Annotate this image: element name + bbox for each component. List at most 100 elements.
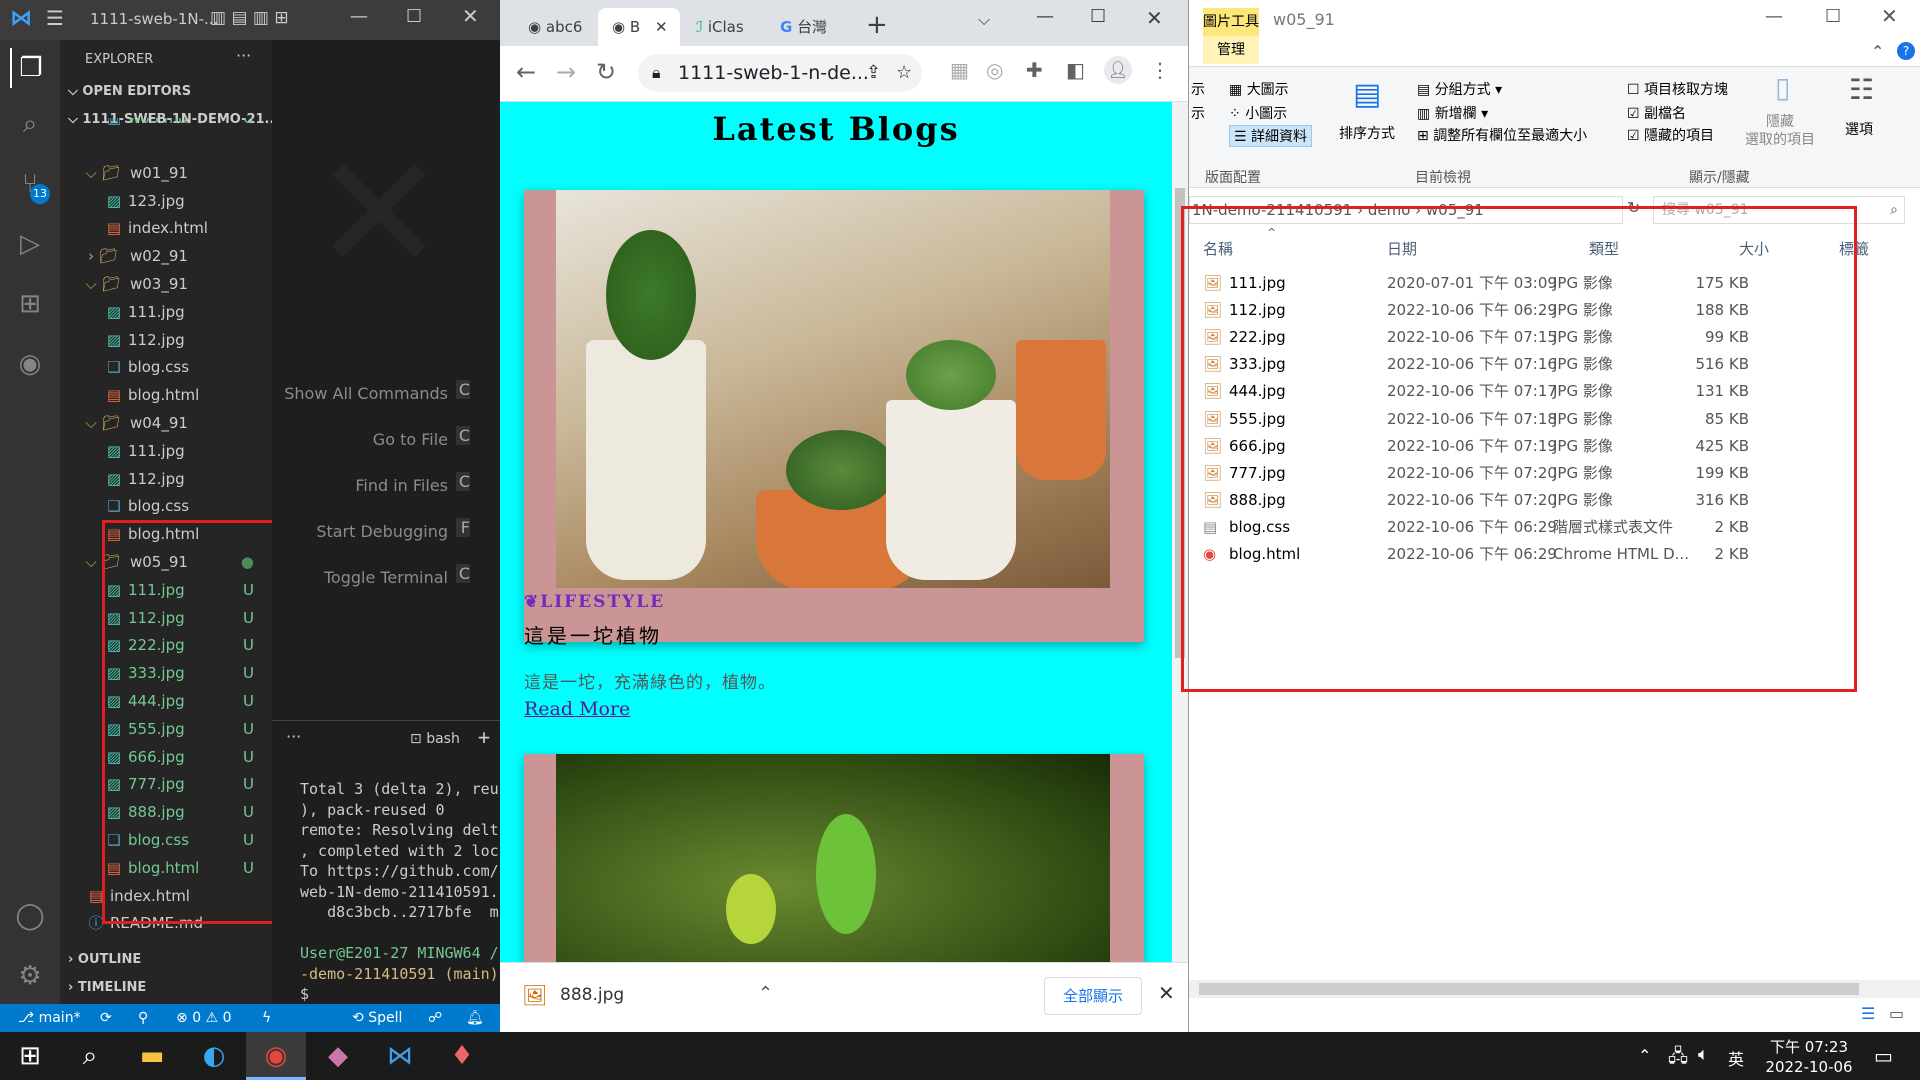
reload-icon[interactable]: ↻ bbox=[596, 58, 616, 86]
view-option[interactable]: 示 bbox=[1191, 79, 1205, 99]
options-icon[interactable]: ☷ bbox=[1849, 73, 1874, 106]
close-button[interactable]: ✕ bbox=[1881, 4, 1898, 28]
github-icon[interactable]: ◉ bbox=[10, 344, 50, 384]
feedback-icon[interactable]: ☍ bbox=[428, 1004, 442, 1032]
notifications-icon[interactable]: 🔔︎ bbox=[466, 1004, 484, 1032]
size-columns-button[interactable]: ⊞ 調整所有欄位至最適大小 bbox=[1417, 125, 1587, 145]
terminal-output[interactable]: Total 3 (delta 2), reu), pack-reused 0 re… bbox=[300, 779, 500, 1004]
close-button[interactable]: ✕ bbox=[462, 4, 479, 28]
search-icon[interactable]: ⌕ bbox=[10, 104, 50, 144]
details-option[interactable]: ☰ 詳細資料 bbox=[1229, 125, 1313, 147]
horizontal-scrollbar[interactable] bbox=[1189, 980, 1920, 998]
panel-more-icon[interactable]: ··· bbox=[286, 727, 301, 746]
tab-github[interactable]: ◉ abc6 bbox=[514, 8, 596, 46]
windows-start-icon[interactable]: ⊞ bbox=[0, 1032, 60, 1080]
notification-center-icon[interactable]: ▭ bbox=[1874, 1044, 1893, 1068]
tree-item[interactable]: ❑ blog.css bbox=[60, 493, 272, 520]
bookmark-star-icon[interactable]: ☆ bbox=[896, 54, 912, 92]
extensions-puzzle-icon[interactable]: ✚ bbox=[1026, 58, 1043, 82]
maximize-button[interactable]: ☐ bbox=[1825, 6, 1841, 27]
tab-close-icon[interactable]: ✕ bbox=[655, 18, 668, 36]
volume-icon[interactable]: 🔈︎ bbox=[1698, 1044, 1709, 1065]
timeline-section[interactable]: › TIMELINE bbox=[68, 980, 146, 995]
tree-item[interactable]: ▨ 111.jpg bbox=[60, 299, 272, 326]
forward-icon[interactable]: → bbox=[556, 58, 576, 86]
outline-section[interactable]: › OUTLINE bbox=[68, 952, 141, 967]
small-icons-option[interactable]: ⁘ 小圖示 bbox=[1229, 103, 1287, 123]
large-icons-view-icon[interactable]: ▭ bbox=[1889, 1004, 1904, 1023]
hide-selected-icon[interactable]: ▯ bbox=[1775, 71, 1790, 104]
add-column-button[interactable]: ▥ 新增欄 ▾ bbox=[1417, 103, 1488, 123]
live-share-icon[interactable]: ⚲ bbox=[138, 1004, 148, 1032]
show-all-button[interactable]: 全部顯示 bbox=[1044, 977, 1142, 1015]
run-debug-icon[interactable]: ▷ bbox=[10, 224, 50, 264]
edge-icon[interactable]: ◐ bbox=[184, 1032, 244, 1080]
account-icon[interactable]: ◯ bbox=[10, 896, 50, 936]
tree-item[interactable]: ▤ index.html bbox=[60, 215, 272, 242]
chrome-icon[interactable]: ◉ bbox=[246, 1032, 306, 1080]
download-filename[interactable]: 888.jpg bbox=[560, 985, 624, 1005]
search-icon[interactable]: ⌕ bbox=[60, 1032, 120, 1080]
download-menu-icon[interactable]: ⌃ bbox=[758, 983, 773, 1004]
settings-gear-icon[interactable]: ⚙ bbox=[10, 956, 50, 996]
tab-blog-active[interactable]: ◉ B ✕ bbox=[598, 8, 680, 46]
share-icon[interactable]: ⇪ bbox=[866, 54, 881, 92]
collapse-ribbon-icon[interactable]: ⌃ bbox=[1871, 42, 1884, 61]
terminal-tab[interactable]: ⊡ bash bbox=[410, 731, 460, 747]
profile-avatar-icon[interactable]: 👤︎ bbox=[1104, 56, 1132, 84]
tab-search-icon[interactable]: ⌵ bbox=[978, 10, 990, 30]
hide-selected-button[interactable]: 隱藏 選取的項目 bbox=[1745, 113, 1815, 149]
tab-google[interactable]: G 台灣 bbox=[766, 8, 848, 46]
clock-time[interactable]: 下午 07:23 bbox=[1764, 1036, 1854, 1057]
back-icon[interactable]: ← bbox=[516, 58, 536, 86]
read-more-link[interactable]: Read More bbox=[524, 698, 630, 720]
tree-item[interactable]: ⌵ 📁︎ w03_91 bbox=[60, 271, 272, 298]
help-icon[interactable]: ? bbox=[1897, 42, 1915, 60]
picture-tools-tab[interactable]: 圖片工具 bbox=[1203, 8, 1259, 36]
tree-item[interactable]: ▨ 123.jpg bbox=[60, 188, 272, 215]
group-by-button[interactable]: ▤ 分組方式 ▾ bbox=[1417, 79, 1502, 99]
new-tab-button[interactable]: + bbox=[866, 10, 888, 40]
menu-icon[interactable]: ☰ bbox=[46, 6, 64, 30]
extension-icon-1[interactable]: ▦ bbox=[950, 58, 969, 82]
tree-item[interactable]: ▨ 112.jpg bbox=[60, 327, 272, 354]
maximize-button[interactable]: ☐ bbox=[406, 6, 422, 27]
sort-icon[interactable]: ▤ bbox=[1353, 77, 1381, 112]
balloon-app-icon[interactable]: ♦ bbox=[432, 1032, 492, 1080]
network-icon[interactable]: 🖧︎ bbox=[1668, 1044, 1688, 1074]
new-terminal-icon[interactable]: + bbox=[478, 725, 490, 749]
item-checkboxes-toggle[interactable]: ☐ 項目核取方塊 bbox=[1627, 79, 1728, 99]
vscode-icon[interactable]: ⋈ bbox=[370, 1032, 430, 1080]
menu-kebab-icon[interactable]: ⋮ bbox=[1150, 58, 1170, 82]
extensions-toggle[interactable]: ☑ 副檔名 bbox=[1627, 103, 1686, 123]
close-button[interactable]: ✕ bbox=[1146, 6, 1163, 30]
side-panel-icon[interactable]: ◧ bbox=[1066, 58, 1085, 82]
input-method-icon[interactable]: 英 bbox=[1728, 1046, 1744, 1070]
hidden-items-toggle[interactable]: ☑ 隱藏的項目 bbox=[1627, 125, 1714, 145]
git-icon[interactable]: ◆ bbox=[308, 1032, 368, 1080]
address-bar[interactable]: 🔒︎ 1111-sweb-1-n-de... ⇪ ☆ bbox=[638, 54, 922, 92]
branch-status[interactable]: ⎇ main* bbox=[18, 1004, 81, 1032]
minimize-button[interactable]: — bbox=[350, 6, 368, 27]
spell-status[interactable]: ⟲ Spell bbox=[352, 1004, 402, 1032]
sort-button[interactable]: 排序方式 bbox=[1339, 123, 1395, 143]
scrollbar-thumb[interactable] bbox=[1199, 983, 1859, 995]
details-view-icon[interactable]: ☰ bbox=[1861, 1004, 1875, 1023]
download-close-icon[interactable]: ✕ bbox=[1158, 981, 1175, 1005]
extension-icon-2[interactable]: ◎ bbox=[986, 58, 1003, 82]
large-icons-option[interactable]: ▦ 大圖示 bbox=[1229, 79, 1289, 99]
sync-icon[interactable]: ⟳ bbox=[100, 1004, 112, 1032]
clock-date[interactable]: 2022-10-06 bbox=[1764, 1058, 1854, 1076]
tree-item[interactable]: › 📁︎ w02_91 bbox=[60, 243, 272, 270]
view-option-2[interactable]: 示 bbox=[1191, 103, 1205, 123]
tree-item[interactable]: ⌵ 📁︎ w01_91 bbox=[60, 160, 272, 187]
tab-iclass[interactable]: ℐ iClas bbox=[682, 8, 764, 46]
tree-item[interactable]: ❑ blog.css bbox=[60, 354, 272, 381]
options-button[interactable]: 選項 bbox=[1845, 119, 1873, 139]
problems-status[interactable]: ⊗ 0 ⚠ 0 bbox=[176, 1004, 231, 1032]
layout-toggle-icons[interactable]: ▥ ▤ ▥ ⊞ bbox=[210, 8, 289, 28]
tree-item[interactable]: ▥ wo5.md U bbox=[60, 118, 272, 132]
minimize-button[interactable]: — bbox=[1036, 6, 1054, 27]
tray-expand-icon[interactable]: ⌃ bbox=[1638, 1046, 1651, 1065]
open-editors-section[interactable]: ⌵ OPEN EDITORS bbox=[68, 84, 191, 99]
